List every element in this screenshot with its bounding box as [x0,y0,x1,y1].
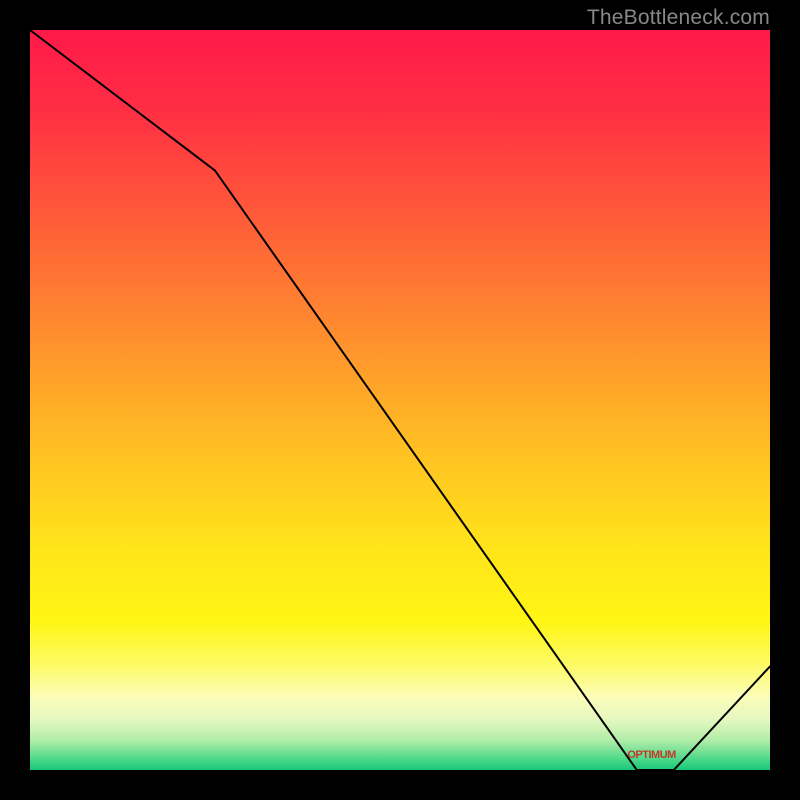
attribution-label: TheBottleneck.com [587,6,770,30]
optimum-annotation: OPTIMUM [627,749,675,761]
curve-layer [30,30,770,770]
bottleneck-curve [30,30,770,770]
plot-area: OPTIMUM [30,30,770,770]
chart-stage: TheBottleneck.com OPTIMUM [0,0,800,800]
